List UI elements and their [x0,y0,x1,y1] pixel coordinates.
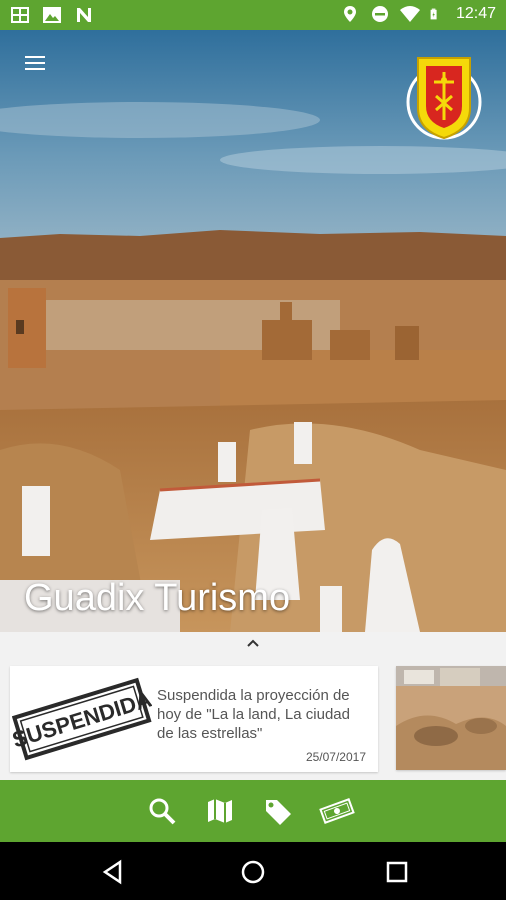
news-headline: Suspendida la proyección de hoy de "La l… [157,687,350,742]
recents-icon[interactable] [384,859,410,885]
battery-icon [430,8,437,20]
hamburger-menu-icon-line [25,62,45,64]
n-icon [77,8,91,22]
status-bar: 12:47 [0,0,506,30]
location-icon [343,6,356,22]
hero-banner: Guadix Turismo [0,30,506,632]
news-date: 25/07/2017 [305,750,366,764]
wifi-icon [399,6,420,22]
news-strip: SUSPENDIDA Suspendida la proyección de h… [0,632,506,780]
search-icon[interactable] [146,796,178,826]
system-nav-bar [0,842,506,900]
bottom-toolbar [0,780,506,842]
news-card[interactable]: SUSPENDIDA Suspendida la proyección de h… [10,666,378,772]
back-icon[interactable] [100,859,126,885]
do-not-disturb-icon [371,6,388,22]
suspendida-stamp: SUSPENDIDA [12,672,152,768]
clock: 12:47 [455,5,496,22]
chevron-up-icon[interactable] [246,638,260,648]
page-title: Guadix Turismo [24,577,291,620]
ruins-photo [396,666,506,770]
gallery-icon [11,7,29,23]
home-icon[interactable] [240,859,266,885]
tag-icon[interactable] [262,796,294,826]
guadix-coat-of-arms [406,57,482,140]
hamburger-menu-icon [25,56,45,58]
news-card[interactable] [396,666,506,770]
hamburger-menu-icon-line [25,68,45,70]
menu-button[interactable] [22,52,48,74]
image-icon [43,7,61,23]
money-icon[interactable] [318,796,356,826]
map-icon[interactable] [204,796,236,826]
